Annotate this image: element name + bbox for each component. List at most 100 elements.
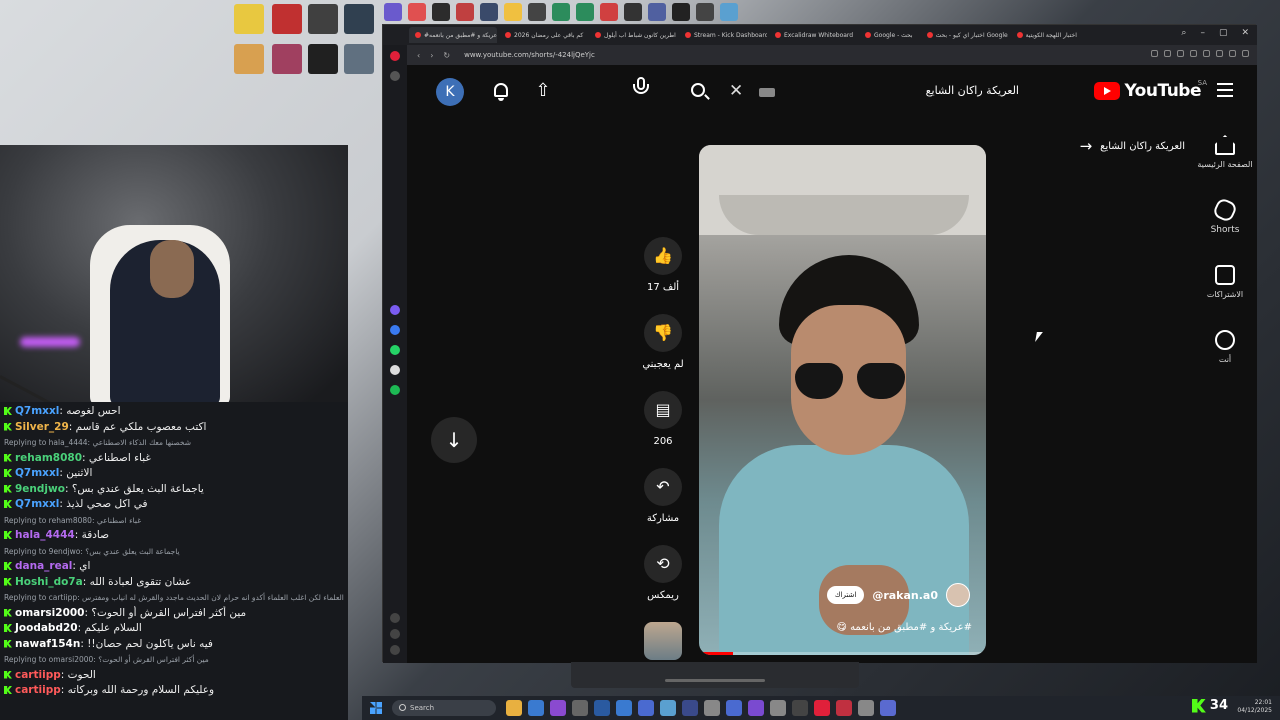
taskbar-search[interactable]: Search [392, 700, 496, 716]
video-caption[interactable]: #عريكة و #مطبق من بانعمه 😋 [836, 622, 972, 633]
taskbar-app-icon[interactable] [528, 700, 544, 716]
chat-username[interactable]: cartiipp [15, 684, 61, 696]
aria-icon[interactable] [390, 305, 400, 315]
pinned-app-icon[interactable] [480, 3, 498, 21]
taskbar-app-icon[interactable] [682, 700, 698, 716]
pinned-app-icon[interactable] [696, 3, 714, 21]
clear-search-icon[interactable]: ✕ [729, 81, 743, 101]
scroll-handle[interactable] [571, 662, 859, 688]
taskbar-app-icon[interactable] [880, 700, 896, 716]
search-box[interactable]: ✕ العريكة راكان الشايع [633, 77, 1029, 107]
search-icon[interactable] [691, 83, 705, 97]
clock[interactable]: 22:01 04/12/2025 [1237, 699, 1272, 715]
youtube-logo[interactable]: YouTube [1094, 81, 1201, 101]
chat-username[interactable]: omarsi2000 [15, 607, 85, 619]
taskbar-app-icon[interactable] [660, 700, 676, 716]
sound-thumbnail[interactable] [633, 622, 693, 660]
taskbar-app-icon[interactable] [572, 700, 588, 716]
next-short-button[interactable]: ↓ [431, 417, 477, 463]
forward-icon[interactable]: › [430, 51, 433, 60]
messenger-icon[interactable] [390, 325, 400, 335]
extension-icon[interactable] [1216, 50, 1223, 57]
address-bar[interactable]: ‹ › ↻ www.youtube.com/shorts/-424ljQeYjc [407, 45, 1257, 65]
search-tabs-icon[interactable]: ⌕ [1181, 28, 1186, 38]
pinned-app-icon[interactable] [672, 3, 690, 21]
spotify-icon[interactable] [390, 385, 400, 395]
reload-icon[interactable]: ↻ [443, 51, 450, 60]
back-icon[interactable]: ‹ [417, 51, 420, 60]
channel-avatar[interactable] [946, 583, 970, 607]
extension-icon[interactable] [1164, 50, 1171, 57]
more-icon[interactable] [390, 645, 400, 655]
comments-button[interactable]: ▤ [644, 391, 682, 429]
browser-tab[interactable]: اختبار اي كيو - بحث Google [921, 27, 1009, 43]
dislike-button[interactable]: 👎 [644, 314, 682, 352]
taskbar-app-icon[interactable] [748, 700, 764, 716]
remix-button[interactable]: ⟲ [644, 545, 682, 583]
pinned-app-icon[interactable] [456, 3, 474, 21]
taskbar-app-icon[interactable] [858, 700, 874, 716]
history-icon[interactable] [390, 629, 400, 639]
browser-tab[interactable]: Stream - Kick Dashboard [679, 27, 767, 43]
chat-username[interactable]: reham8080 [15, 452, 82, 464]
pinned-app-icon[interactable] [408, 3, 426, 21]
taskbar-app-icon[interactable] [550, 700, 566, 716]
pinned-app-icon[interactable] [528, 3, 546, 21]
pinned-app-icon[interactable] [384, 3, 402, 21]
notifications-icon[interactable] [491, 81, 511, 103]
taskbar-app-icon[interactable] [770, 700, 786, 716]
taskbar-app-icon[interactable] [616, 700, 632, 716]
chat-username[interactable]: Q7mxxl [15, 467, 59, 479]
video-progress-bar[interactable] [699, 652, 986, 655]
extension-icon[interactable] [1242, 50, 1249, 57]
desktop-app-icon[interactable] [344, 44, 374, 74]
close-icon[interactable]: ✕ [1241, 28, 1249, 38]
channel-name[interactable]: @rakan.a0 [872, 589, 938, 602]
search-input[interactable]: العريكة راكان الشايع [926, 84, 1019, 97]
browser-tab[interactable]: اختبار اللهجة الكويتية [1011, 27, 1083, 43]
desktop-app-icon[interactable] [308, 44, 338, 74]
pinned-app-icon[interactable] [720, 3, 738, 21]
taskbar-app-icon[interactable] [792, 700, 808, 716]
keyboard-icon[interactable] [759, 88, 775, 97]
subscribe-button[interactable]: اشتراك [826, 586, 865, 604]
extension-icon[interactable] [1229, 50, 1236, 57]
minimize-icon[interactable]: – [1200, 28, 1205, 38]
url-text[interactable]: www.youtube.com/shorts/-424ljQeYjc [464, 51, 595, 59]
shorts-search-header[interactable]: العريكة راكان الشايع → [1080, 137, 1185, 155]
sidebar-item-home[interactable]: الصفحة الرئيسية [1193, 135, 1257, 169]
x-icon[interactable] [390, 365, 400, 375]
pinned-app-icon[interactable] [648, 3, 666, 21]
browser-tab[interactable]: Excalidraw Whiteboard [769, 27, 857, 43]
taskbar-app-icon[interactable] [594, 700, 610, 716]
account-avatar[interactable]: K [436, 78, 464, 106]
whatsapp-icon[interactable] [390, 345, 400, 355]
pinned-app-icon[interactable] [552, 3, 570, 21]
taskbar-app-icon[interactable] [814, 700, 830, 716]
chat-username[interactable]: cartiipp [15, 669, 61, 681]
taskbar-app-icon[interactable] [836, 700, 852, 716]
home-icon[interactable] [390, 71, 400, 81]
pinned-app-icon[interactable] [432, 3, 450, 21]
heart-icon[interactable] [390, 613, 400, 623]
chat-username[interactable]: nawaf154n [15, 638, 80, 650]
taskbar-app-icon[interactable] [726, 700, 742, 716]
pinned-app-icon[interactable] [624, 3, 642, 21]
browser-tab[interactable]: كم باقي على رمضان 2026 [499, 27, 587, 43]
chat-username[interactable]: Joodabd20 [15, 622, 78, 634]
sidebar-item-you[interactable]: أنت [1193, 330, 1257, 364]
browser-tab[interactable]: اطرين كانون شباط اب أيلول [589, 27, 677, 43]
opera-icon[interactable] [390, 51, 400, 61]
desktop-app-icon[interactable] [272, 44, 302, 74]
voice-search-icon[interactable] [629, 75, 655, 101]
pinned-app-icon[interactable] [600, 3, 618, 21]
share-button[interactable]: ↶ [644, 468, 682, 506]
pinned-app-icon[interactable] [576, 3, 594, 21]
desktop-app-icon[interactable] [272, 4, 302, 34]
taskbar-app-icon[interactable] [506, 700, 522, 716]
extension-icon[interactable] [1190, 50, 1197, 57]
menu-icon[interactable] [1217, 83, 1233, 97]
like-button[interactable]: 👍 [644, 237, 682, 275]
sidebar-item-subscriptions[interactable]: الاشتراكات [1193, 265, 1257, 299]
browser-tab[interactable]: #عريكة و #مطبق من بانعمه [409, 27, 497, 43]
